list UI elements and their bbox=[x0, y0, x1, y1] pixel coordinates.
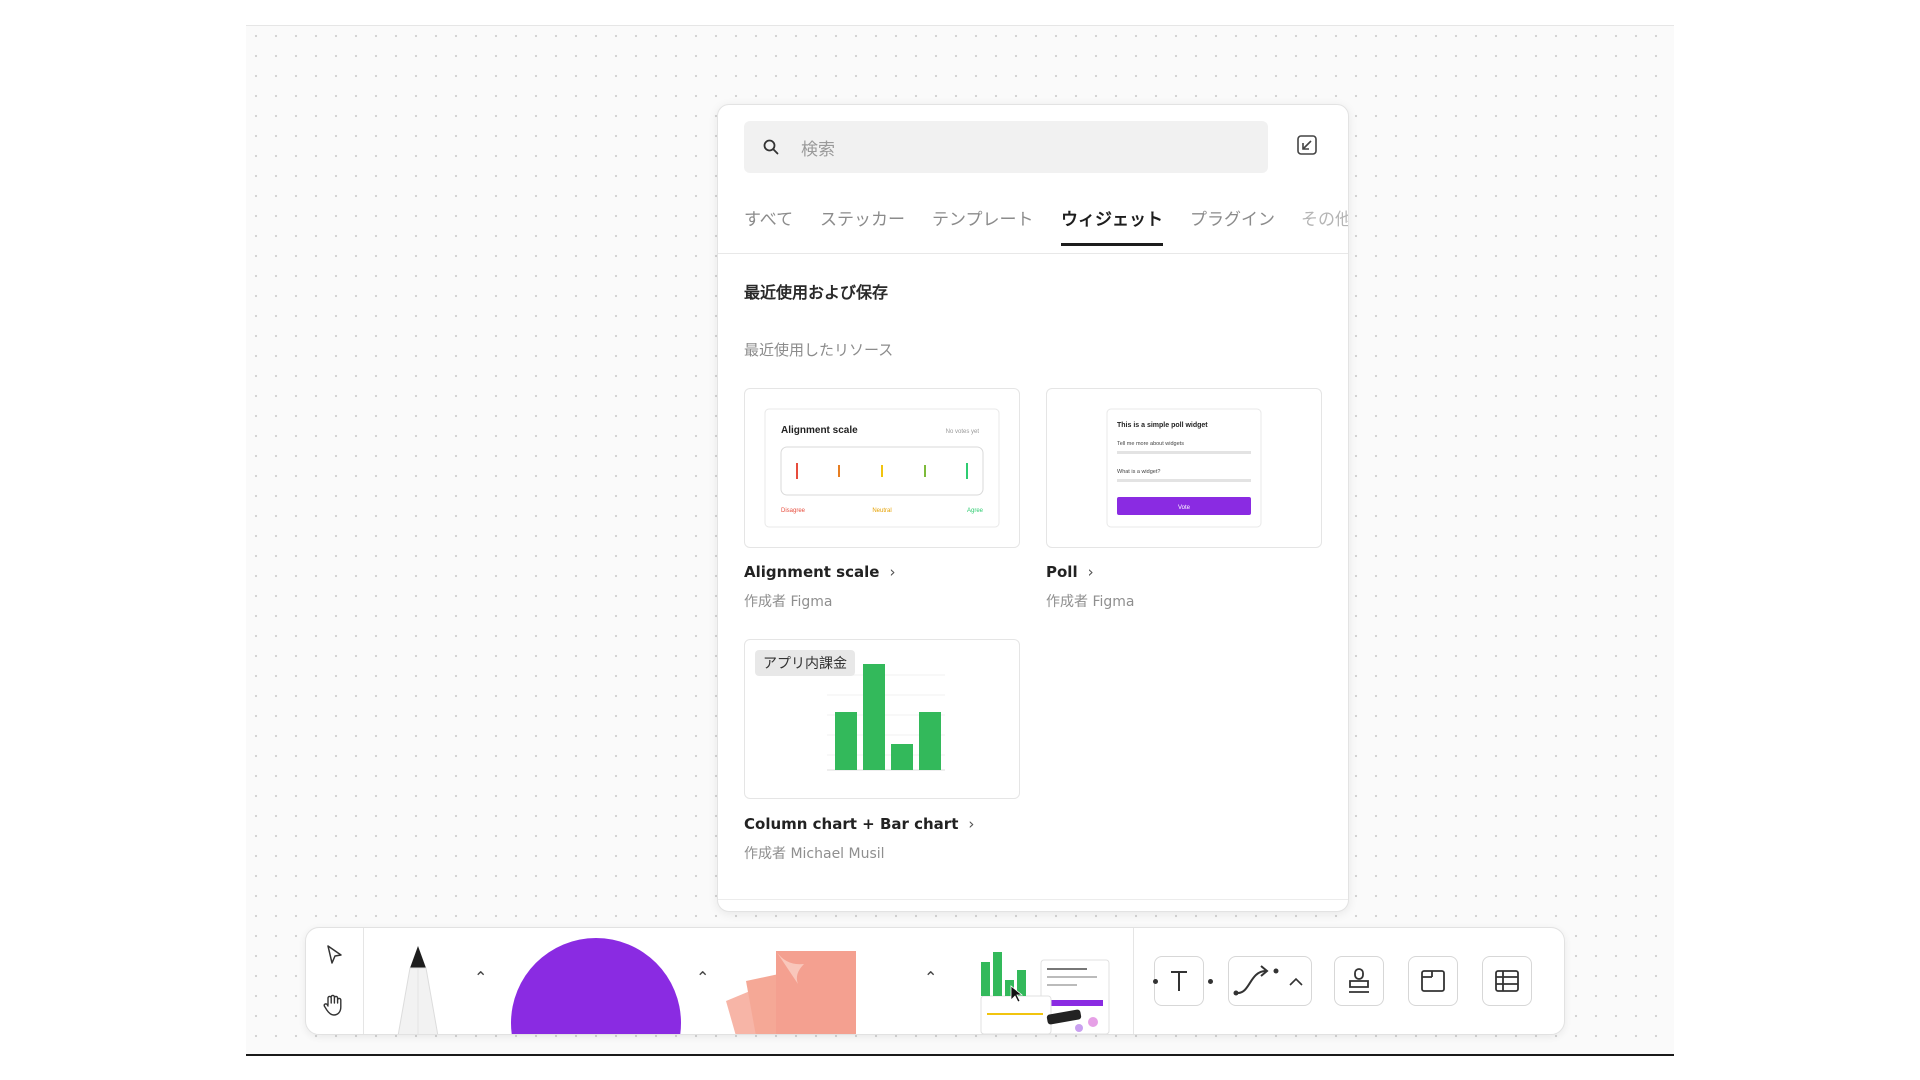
panel-bottom-divider bbox=[718, 899, 1348, 900]
stamp-tool-icon[interactable] bbox=[1334, 956, 1384, 1006]
widgets-tool-icon[interactable] bbox=[971, 950, 1111, 1034]
toolbar-divider bbox=[1133, 928, 1134, 1034]
alignment-scale-preview: Alignment scale No votes yet Disagree Ne… bbox=[764, 408, 1000, 528]
bottom-border bbox=[246, 1054, 1674, 1056]
card-title-text[interactable]: Alignment scale bbox=[744, 563, 879, 581]
poll-heading: This is a simple poll widget bbox=[1117, 422, 1208, 429]
search-placeholder[interactable]: 検索 bbox=[801, 135, 835, 160]
label-agree: Agree bbox=[967, 508, 984, 514]
bar-3 bbox=[891, 744, 913, 770]
vote-label: Vote bbox=[1178, 505, 1191, 511]
search-bar[interactable]: 検索 bbox=[744, 121, 1268, 173]
card-title-column-chart[interactable]: Column chart + Bar chart › bbox=[744, 815, 974, 833]
tab-widgets[interactable]: ウィジェット bbox=[1061, 205, 1163, 246]
preview-heading: Alignment scale bbox=[781, 425, 858, 436]
card-author: 作成者 Figma bbox=[744, 594, 833, 610]
preview-status: No votes yet bbox=[946, 429, 980, 435]
card-title-alignment-scale[interactable]: Alignment scale › bbox=[744, 563, 895, 581]
resources-panel: 検索 すべて ステッカー テンプレート ウィジェット プラグイン その他 最近使… bbox=[717, 104, 1349, 912]
poll-thumbnail[interactable]: This is a simple poll widget Tell me mor… bbox=[1046, 388, 1322, 548]
section-tool-icon[interactable] bbox=[1408, 956, 1458, 1006]
search-icon bbox=[763, 139, 779, 155]
card-title-text[interactable]: Poll bbox=[1046, 563, 1078, 581]
chevron-right-icon[interactable]: › bbox=[889, 563, 895, 581]
poll-preview: This is a simple poll widget Tell me mor… bbox=[1106, 408, 1262, 528]
alignment-scale-thumbnail[interactable]: Alignment scale No votes yet Disagree Ne… bbox=[744, 388, 1020, 548]
section-title: 最近使用および保存 bbox=[744, 283, 889, 302]
bar-2 bbox=[863, 664, 885, 770]
text-tool-dot-right bbox=[1208, 979, 1213, 984]
card-title-text[interactable]: Column chart + Bar chart bbox=[744, 815, 958, 833]
collapse-panel-icon[interactable] bbox=[1296, 134, 1318, 156]
tab-templates[interactable]: テンプレート bbox=[932, 205, 1034, 242]
toolbar-divider bbox=[363, 928, 364, 1034]
shape-tool-icon[interactable] bbox=[511, 938, 681, 1034]
text-tool-dot-left bbox=[1153, 979, 1158, 984]
label-disagree: Disagree bbox=[781, 508, 806, 514]
chevron-right-icon[interactable]: › bbox=[968, 815, 974, 833]
pen-options-caret-icon[interactable]: ⌃ bbox=[474, 968, 487, 987]
tab-other[interactable]: その他 bbox=[1301, 205, 1348, 242]
hand-tool-icon[interactable] bbox=[320, 990, 348, 1018]
card-title-poll[interactable]: Poll › bbox=[1046, 563, 1094, 581]
poll-q1: Tell me more about widgets bbox=[1117, 441, 1184, 447]
select-tool-icon[interactable] bbox=[321, 942, 347, 968]
pen-tool-icon[interactable] bbox=[392, 946, 444, 1035]
column-chart-thumbnail[interactable]: アプリ内課金 bbox=[744, 639, 1020, 799]
in-app-purchase-badge: アプリ内課金 bbox=[755, 650, 855, 676]
bar-1 bbox=[835, 712, 857, 770]
shape-options-caret-icon[interactable]: ⌃ bbox=[696, 968, 709, 987]
sticky-options-caret-icon[interactable]: ⌃ bbox=[924, 968, 937, 987]
tab-all[interactable]: すべて bbox=[744, 205, 793, 242]
subsection-title: 最近使用したリソース bbox=[744, 341, 894, 359]
tabs-divider bbox=[718, 253, 1348, 254]
category-tabs: すべて ステッカー テンプレート ウィジェット プラグイン その他 bbox=[744, 205, 1348, 246]
card-author: 作成者 Michael Musil bbox=[744, 846, 885, 862]
tab-plugins[interactable]: プラグイン bbox=[1190, 205, 1275, 242]
chevron-right-icon[interactable]: › bbox=[1088, 563, 1094, 581]
card-author: 作成者 Figma bbox=[1046, 594, 1135, 610]
table-tool-icon[interactable] bbox=[1482, 956, 1532, 1006]
poll-q2: What is a widget? bbox=[1117, 469, 1160, 475]
connector-tool-icon[interactable] bbox=[1228, 956, 1312, 1006]
sticky-note-tool-icon[interactable] bbox=[716, 946, 896, 1035]
bottom-toolbar: ⌃ ⌃ ⌃ bbox=[305, 927, 1565, 1035]
label-neutral: Neutral bbox=[872, 508, 891, 514]
tab-stickers[interactable]: ステッカー bbox=[820, 205, 905, 242]
text-tool-icon[interactable] bbox=[1154, 956, 1204, 1006]
bar-4 bbox=[919, 712, 941, 770]
